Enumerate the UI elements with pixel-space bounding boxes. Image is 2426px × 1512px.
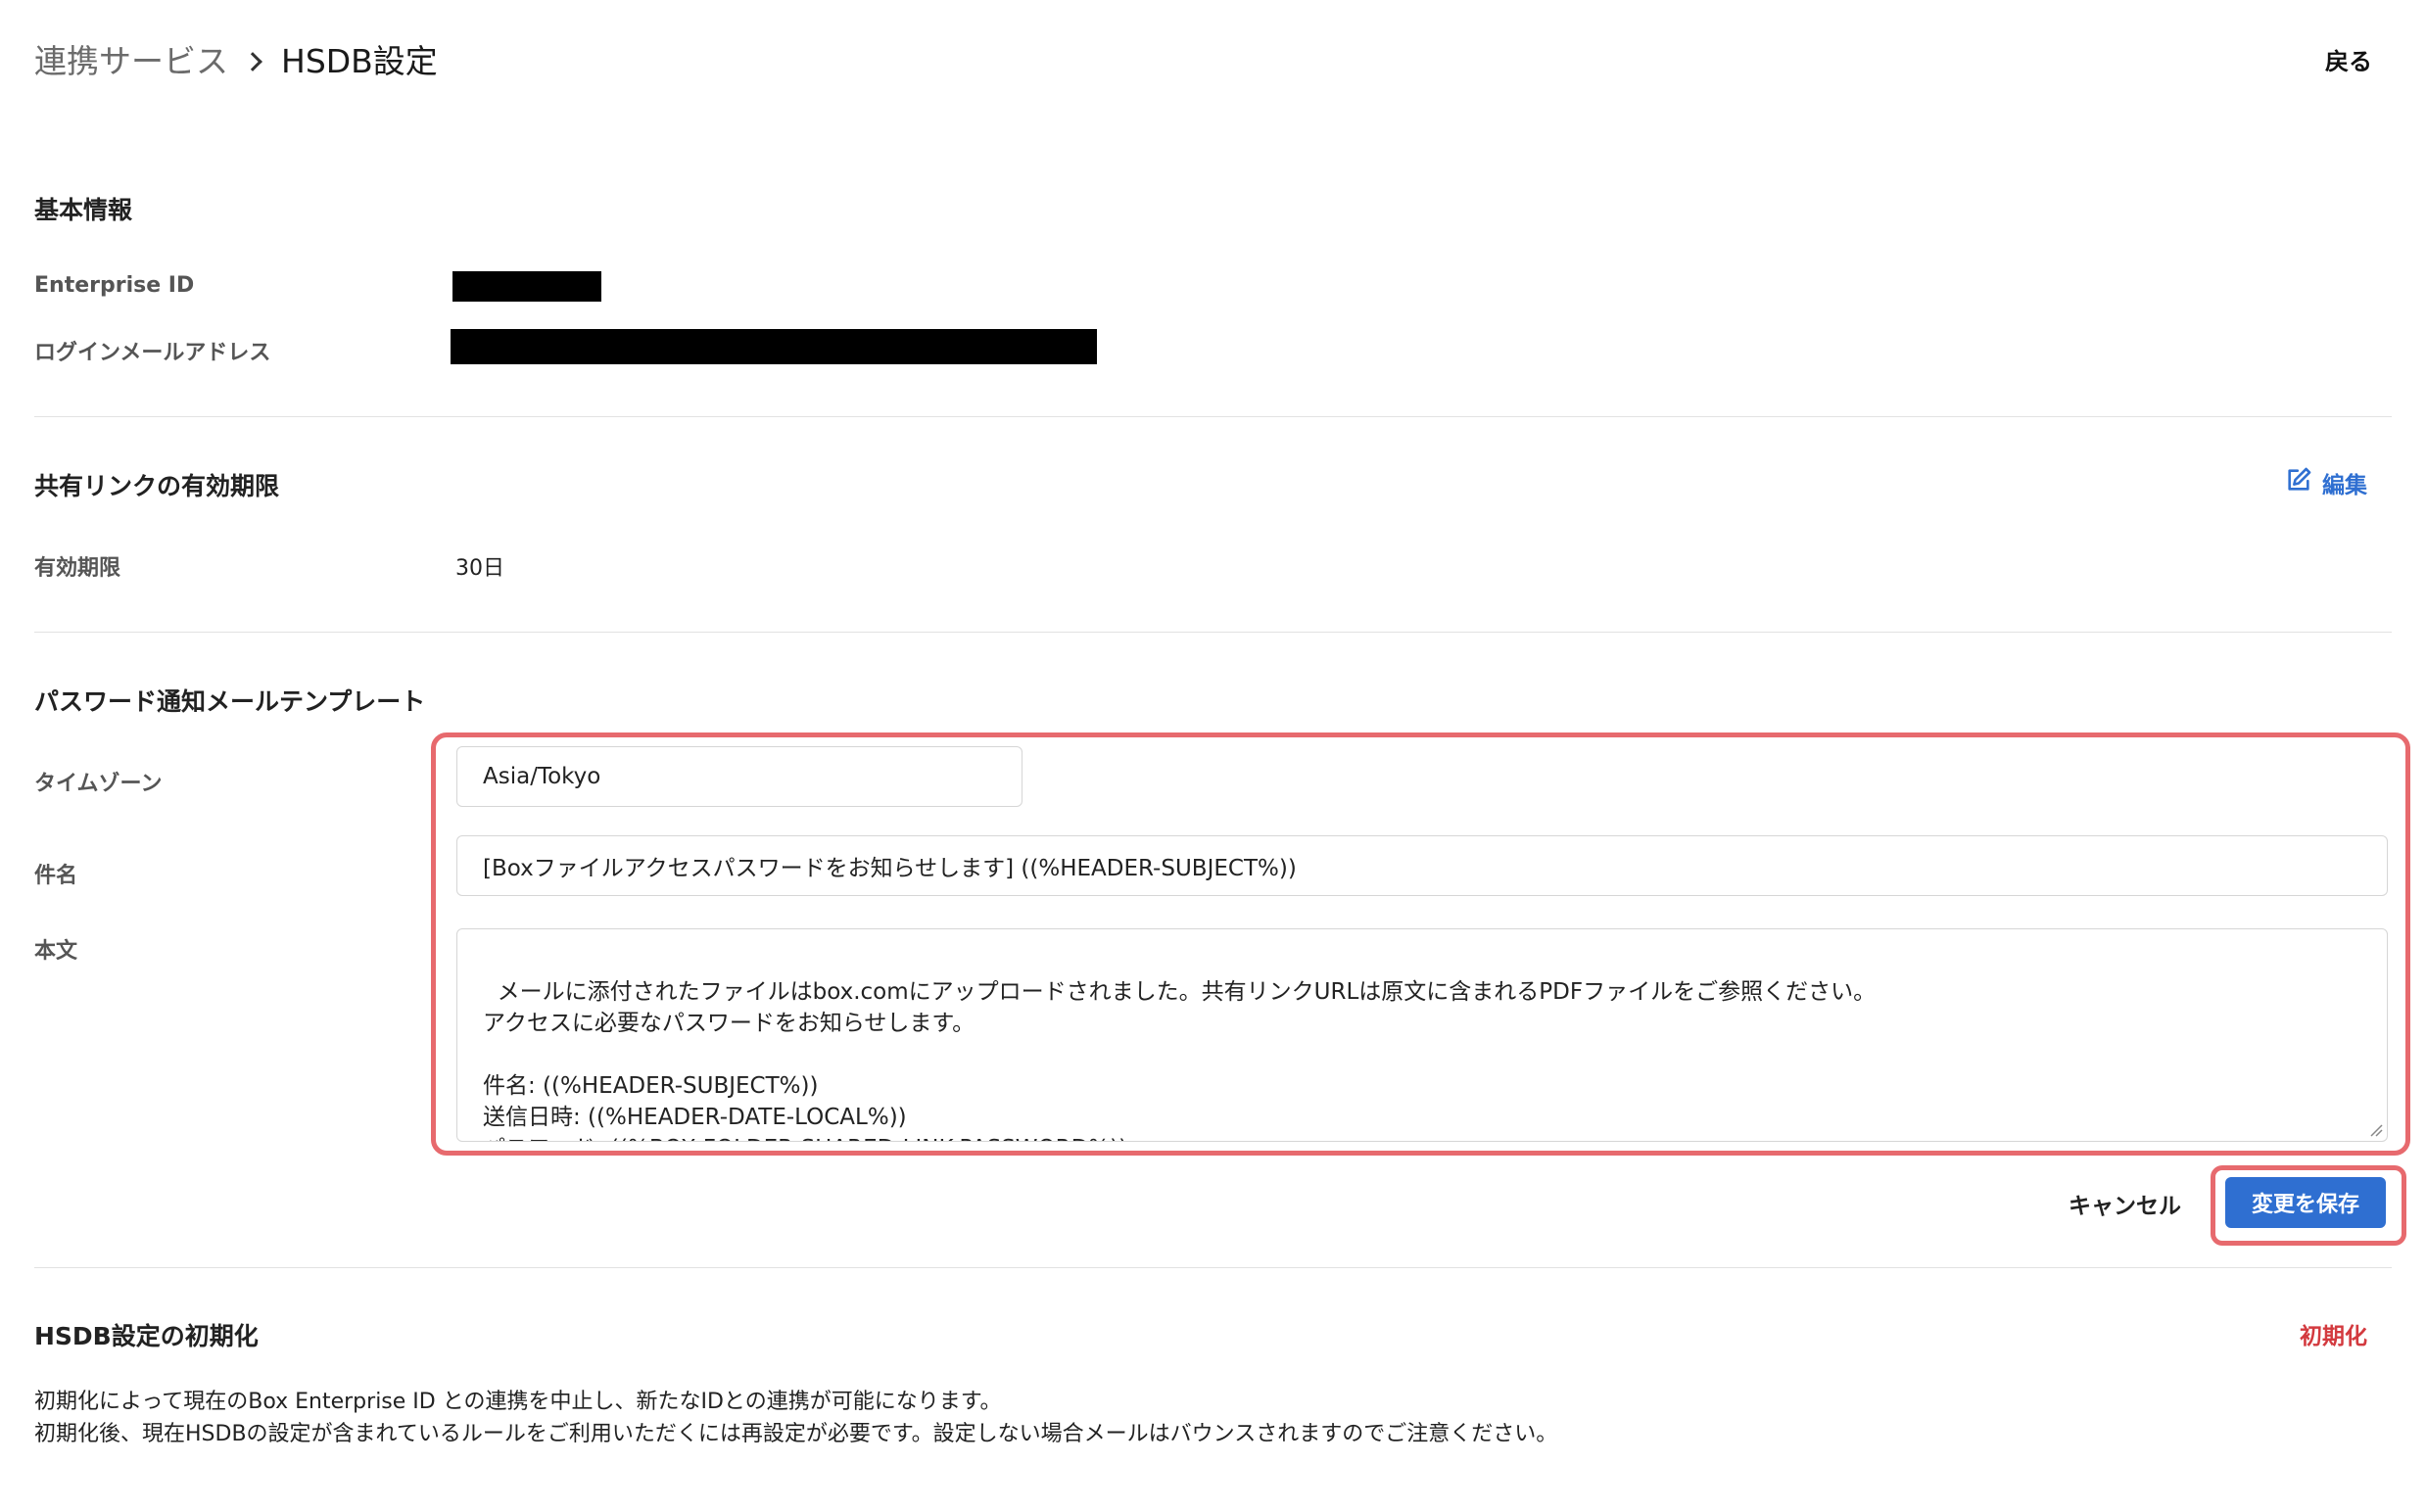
edit-label: 編集: [2322, 473, 2367, 498]
back-link[interactable]: 戻る: [2325, 37, 2372, 86]
subject-input[interactable]: [Boxファイルアクセスパスワードをお知らせします] ((%HEADER-SUB…: [456, 835, 2388, 896]
enterprise-id-value-redacted: [452, 271, 601, 302]
edit-icon: [2285, 466, 2312, 499]
enterprise-id-label: Enterprise ID: [34, 273, 195, 298]
save-button[interactable]: 変更を保存: [2225, 1177, 2386, 1228]
cancel-button[interactable]: キャンセル: [2069, 1187, 2181, 1220]
password-template-title: パスワード通知メールテンプレート: [34, 687, 426, 716]
body-textarea[interactable]: メールに添付されたファイルはbox.comにアップロードされました。共有リンクU…: [456, 928, 2388, 1142]
divider: [34, 1267, 2392, 1268]
divider: [34, 632, 2392, 633]
reset-button[interactable]: 初期化: [2300, 1317, 2367, 1350]
reset-description-line1: 初期化によって現在のBox Enterprise ID との連携を中止し、新たな…: [34, 1390, 1002, 1414]
reset-description-line2: 初期化後、現在HSDBの設定が含まれているルールをご利用いただくには再設定が必要…: [34, 1422, 1558, 1446]
body-text: メールに添付されたファイルはbox.comにアップロードされました。共有リンクU…: [483, 979, 1877, 1141]
top-bar: 連携サービス HSDB設定 戻る: [34, 37, 2392, 86]
breadcrumb-parent-link[interactable]: 連携サービス: [34, 37, 228, 86]
expiry-label: 有効期限: [34, 556, 121, 581]
timezone-input[interactable]: Asia/Tokyo: [456, 746, 1023, 807]
breadcrumb: 連携サービス HSDB設定: [34, 37, 438, 86]
login-email-label: ログインメールアドレス: [34, 341, 271, 365]
chevron-right-icon: [243, 52, 262, 71]
divider: [34, 416, 2392, 417]
page-title: HSDB設定: [281, 42, 438, 80]
shared-link-title: 共有リンクの有効期限: [34, 472, 280, 500]
subject-label: 件名: [34, 864, 78, 888]
body-label: 本文: [34, 939, 78, 964]
resize-handle-icon[interactable]: [2369, 1123, 2383, 1137]
basic-info-title: 基本情報: [34, 196, 133, 224]
reset-title: HSDB設定の初期化: [34, 1322, 259, 1350]
expiry-value: 30日: [455, 556, 504, 581]
edit-button[interactable]: 編集: [2285, 466, 2367, 499]
timezone-label: タイムゾーン: [34, 772, 163, 796]
login-email-value-redacted: [451, 329, 1097, 364]
